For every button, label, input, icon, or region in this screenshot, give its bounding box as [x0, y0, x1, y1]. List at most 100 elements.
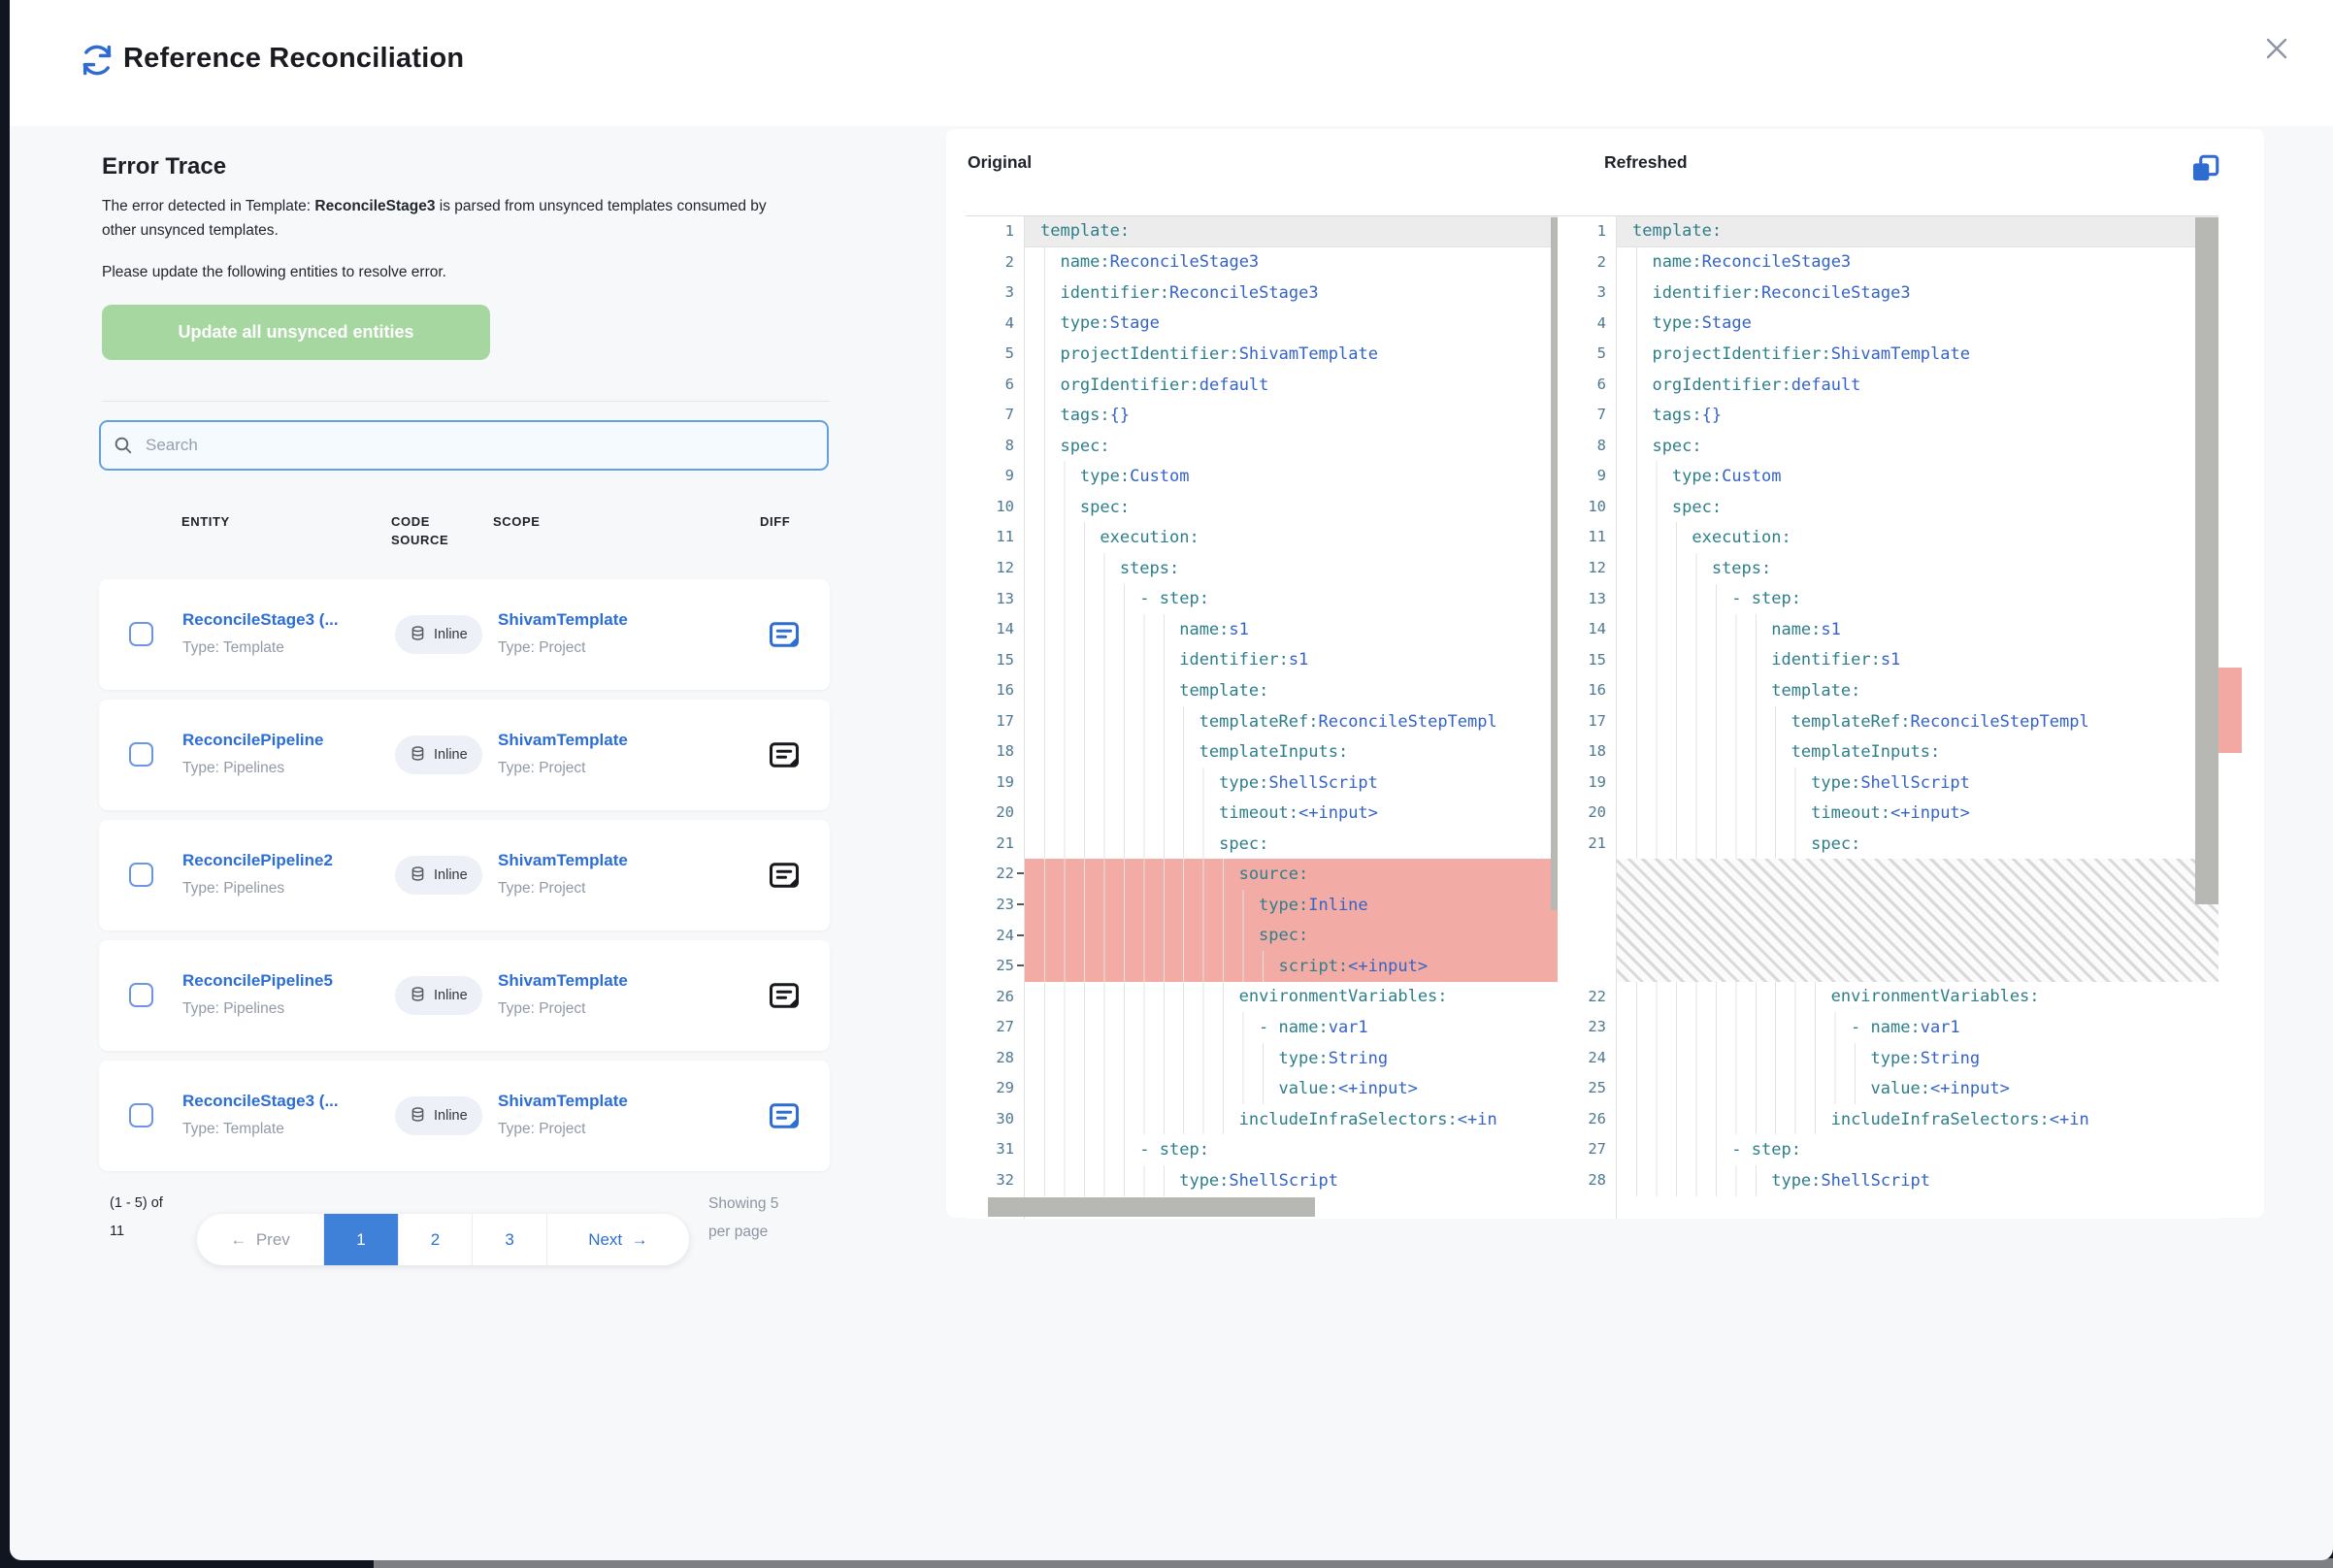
scope-link[interactable]: ShivamTemplate: [498, 726, 628, 754]
code-line: orgIdentifier: default: [1617, 370, 2218, 401]
line-number: 4: [1558, 309, 1616, 340]
entity-link[interactable]: ReconcileStage3 (...: [182, 605, 339, 634]
scope-link[interactable]: ShivamTemplate: [498, 605, 628, 634]
yaml-key: template:: [1632, 221, 1722, 241]
yaml-value: default: [1199, 376, 1269, 395]
indent-guides: [1040, 522, 1100, 553]
refreshed-code: template:name: ReconcileStage3identifier…: [1616, 216, 2218, 1219]
indent-guides: [1040, 982, 1239, 1013]
indent-guides: [1040, 370, 1060, 401]
entity-type: Type: Pipelines: [182, 995, 333, 1023]
code-line: value: <+input>: [1617, 1073, 2218, 1104]
yaml-key: type:: [1219, 773, 1268, 793]
yaml-value: <+input>: [1338, 1079, 1418, 1098]
diff-note-icon[interactable]: [767, 858, 802, 893]
original-horizontal-scrollbar[interactable]: [988, 1197, 1315, 1217]
pagination-next-button[interactable]: Next →: [546, 1214, 689, 1265]
diff-note-icon[interactable]: [767, 1098, 802, 1133]
table-row[interactable]: ReconcilePipeline2Type: PipelinesInlineS…: [99, 820, 830, 931]
yaml-key: orgIdentifier:: [1652, 376, 1791, 395]
yaml-key: - name:: [1259, 1018, 1329, 1037]
line-number: 20: [1558, 798, 1616, 829]
row-checkbox[interactable]: [129, 863, 153, 887]
close-icon[interactable]: [2259, 31, 2294, 66]
yaml-key: templateRef:: [1199, 712, 1319, 732]
line-number: 19: [1558, 768, 1616, 799]
row-checkbox[interactable]: [129, 622, 153, 646]
yaml-value: Inline: [1308, 896, 1367, 915]
copy-icon[interactable]: [2188, 152, 2221, 185]
scope-link[interactable]: ShivamTemplate: [498, 1087, 628, 1115]
arrow-left-icon: ←: [230, 1230, 255, 1250]
code-line: orgIdentifier: default: [1025, 370, 1574, 401]
scope-cell: ShivamTemplateType: Project: [498, 846, 628, 902]
indent-guides: [1632, 431, 1652, 462]
entity-link[interactable]: ReconcilePipeline: [182, 726, 324, 754]
entity-link[interactable]: ReconcileStage3 (...: [182, 1087, 339, 1115]
yaml-value: ReconcileStage3: [1110, 252, 1260, 272]
search-input[interactable]: [144, 435, 827, 456]
code-line: - step:: [1617, 584, 2218, 615]
line-number: 13: [1558, 584, 1616, 615]
row-checkbox[interactable]: [129, 742, 153, 767]
refreshed-vertical-scrollbar[interactable]: [2195, 217, 2218, 904]
yaml-key: execution:: [1100, 528, 1199, 547]
line-number: 15: [1558, 645, 1616, 676]
pagination-page-1[interactable]: 1: [323, 1214, 398, 1265]
line-number: 11: [966, 522, 1024, 553]
yaml-value: ShivamTemplate: [1831, 344, 1970, 364]
original-panel-title: Original: [968, 152, 1032, 173]
per-page-text: Showing 5 per page: [708, 1190, 790, 1246]
code-line: type: String: [1617, 1043, 2218, 1074]
yaml-value: <+in: [2050, 1110, 2089, 1129]
code-line: projectIdentifier: ShivamTemplate: [1025, 339, 1574, 370]
code-source-label: Inline: [434, 988, 468, 1003]
pagination-prev-button[interactable]: ← Prev: [197, 1214, 323, 1265]
refreshed-code-panel[interactable]: 1234567891011121314151617181920212223242…: [1558, 215, 2218, 1219]
code-line: timeout: <+input>: [1617, 798, 2218, 829]
row-checkbox[interactable]: [129, 983, 153, 1007]
scope-link[interactable]: ShivamTemplate: [498, 966, 628, 995]
indent-guides: [1632, 492, 1672, 523]
diff-note-icon[interactable]: [767, 737, 802, 772]
line-number: 25: [1558, 1073, 1616, 1104]
diff-note-icon[interactable]: [767, 978, 802, 1013]
line-number: 10: [1558, 492, 1616, 523]
code-line: environmentVariables:: [1617, 982, 2218, 1013]
table-row[interactable]: ReconcilePipelineType: PipelinesInlineSh…: [99, 700, 830, 810]
table-row[interactable]: ReconcileStage3 (...Type: TemplateInline…: [99, 1061, 830, 1171]
entity-link[interactable]: ReconcilePipeline2: [182, 846, 333, 874]
line-number: 5: [1558, 339, 1616, 370]
yaml-key: timeout:: [1219, 803, 1298, 823]
pagination-page-3[interactable]: 3: [472, 1214, 546, 1265]
removed-lines-placeholder: [1617, 859, 2218, 981]
yaml-value: ReconcileStage3: [1761, 283, 1911, 303]
update-all-unsynced-button[interactable]: Update all unsynced entities: [102, 305, 490, 360]
database-icon: [410, 866, 426, 886]
original-code-panel[interactable]: 1234567891011121314151617181920212223242…: [966, 215, 1574, 1219]
row-checkbox[interactable]: [129, 1103, 153, 1127]
line-number: 11: [1558, 522, 1616, 553]
code-line: template:: [1617, 675, 2218, 706]
indent-guides: [1040, 400, 1060, 431]
yaml-value: Stage: [1702, 313, 1752, 333]
scope-cell: ShivamTemplateType: Project: [498, 1087, 628, 1143]
yaml-value: var1: [1921, 1018, 1960, 1037]
diff-note-icon[interactable]: [767, 617, 802, 652]
line-number: 7: [966, 400, 1024, 431]
yaml-key: template:: [1040, 221, 1130, 241]
line-number: 17: [966, 706, 1024, 737]
table-row[interactable]: ReconcilePipeline5Type: Pipelines Inline S…: [99, 940, 830, 1051]
line-number: 25: [966, 951, 1024, 982]
indent-guides: [1040, 675, 1179, 706]
indent-guides: [1632, 614, 1771, 645]
line-number: 28: [966, 1043, 1024, 1074]
code-line: - step:: [1617, 1134, 2218, 1165]
entity-link[interactable]: ReconcilePipeline5: [182, 966, 333, 995]
table-row[interactable]: ReconcileStage3 (...Type: TemplateInline…: [99, 579, 830, 690]
pagination-page-2[interactable]: 2: [398, 1214, 473, 1265]
line-number: 13: [966, 584, 1024, 615]
yaml-value: s1: [1289, 650, 1308, 670]
scope-link[interactable]: ShivamTemplate: [498, 846, 628, 874]
code-line: identifier: ReconcileStage3: [1617, 278, 2218, 309]
